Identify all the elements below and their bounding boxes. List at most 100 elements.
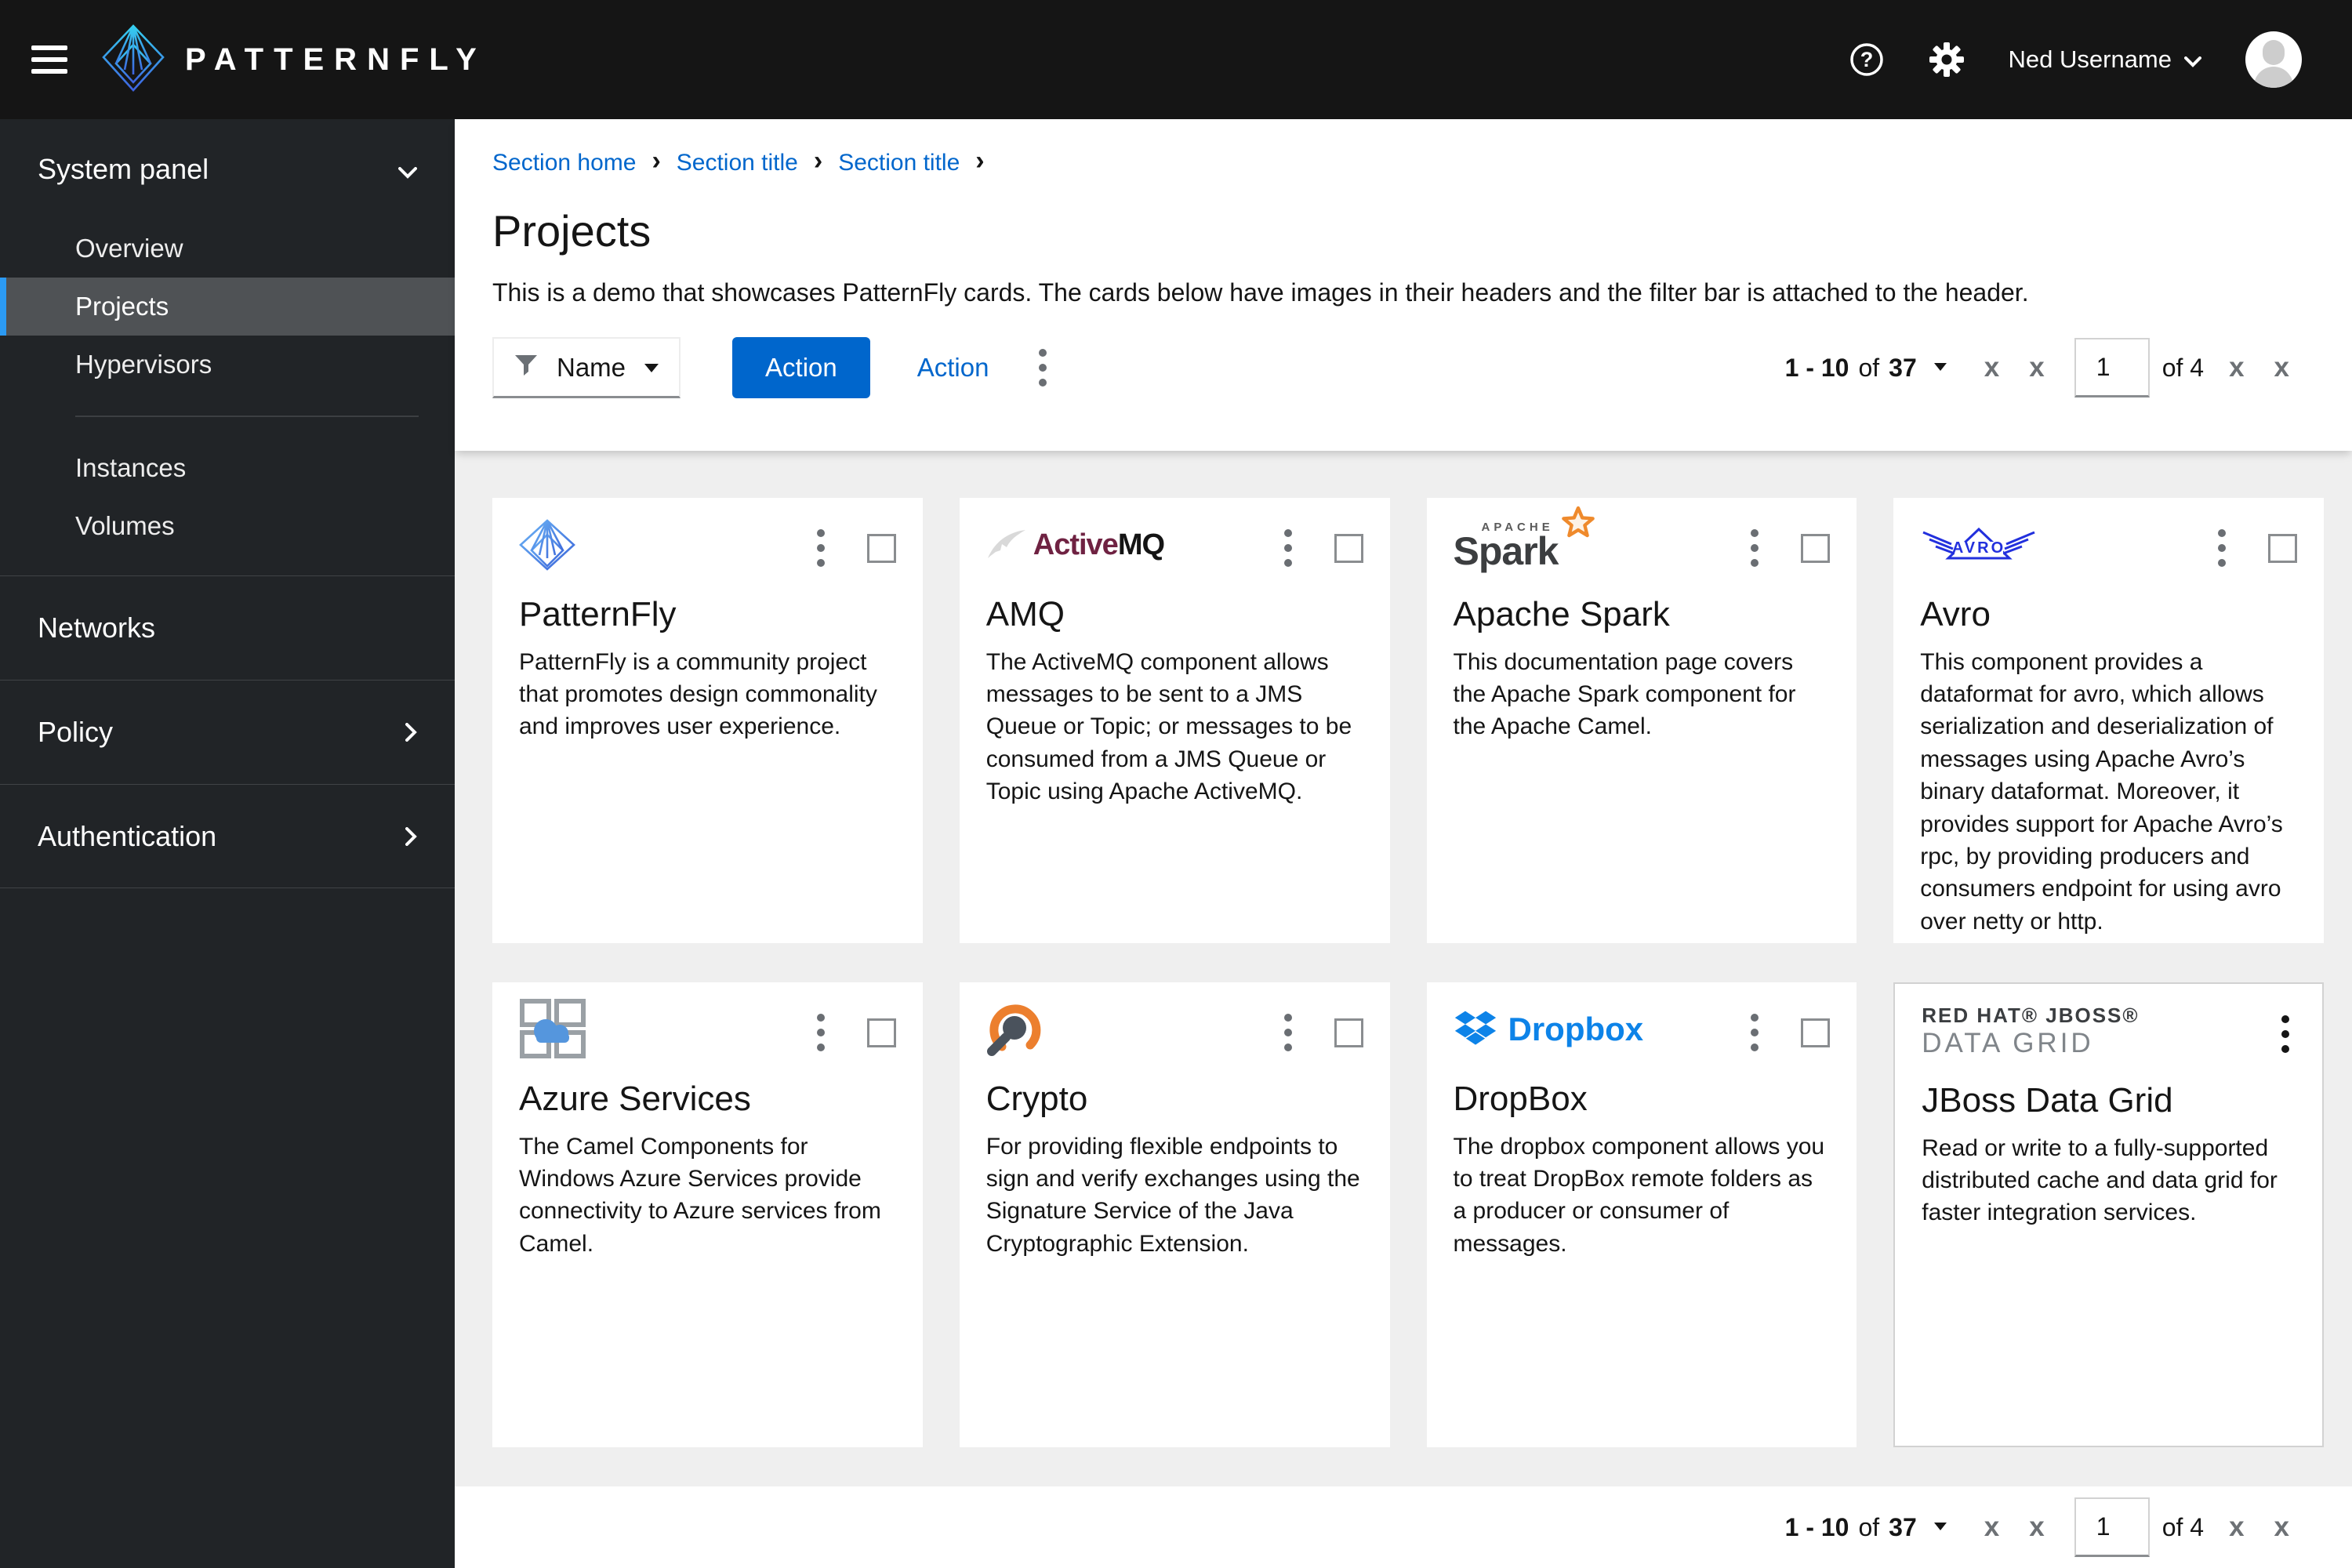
sidebar-nav: System panel Overview Projects Hyperviso… (0, 119, 455, 1568)
last-page-button[interactable]: x (2267, 349, 2297, 387)
card-description: PatternFly is a community project that p… (519, 648, 877, 740)
project-card-dropbox: Dropbox DropBox The dropbox component al… (1426, 982, 1857, 1447)
avatar[interactable] (2245, 31, 2302, 88)
next-page-button[interactable]: x (2221, 1508, 2252, 1546)
card-kebab-menu[interactable] (2212, 523, 2232, 573)
caret-down-icon (1933, 362, 1947, 377)
sidebar-item-hypervisors[interactable]: Hypervisors (0, 336, 455, 394)
chevron-right-icon (405, 820, 417, 853)
breadcrumb-link[interactable]: Section title (677, 150, 798, 176)
per-page-menu-toggle[interactable] (1933, 1516, 1947, 1539)
card-description: The Camel Components for Windows Azure S… (519, 1133, 881, 1257)
next-page-button[interactable]: x (2221, 349, 2252, 387)
first-page-button[interactable]: x (1976, 1508, 2007, 1546)
card-checkbox[interactable] (1801, 533, 1831, 563)
pagination-bottom: 1 - 10 of 37 x x of 4 x x (1785, 1497, 2297, 1557)
sidebar-group-policy[interactable]: Policy (0, 680, 455, 784)
card-kebab-menu[interactable] (1278, 1007, 1298, 1058)
current-page-input[interactable] (2074, 338, 2150, 397)
sidebar-item-volumes[interactable]: Volumes (0, 497, 455, 555)
help-icon[interactable]: ? (1849, 42, 1885, 78)
card-kebab-menu[interactable] (1744, 523, 1765, 573)
project-card-azure-services: Azure Services The Camel Components for … (492, 982, 923, 1447)
chevron-down-icon (2184, 45, 2201, 74)
masthead: PATTERNFLY ? Ned Username (0, 0, 2352, 119)
brand-name: PATTERNFLY (185, 42, 487, 77)
caret-down-icon (644, 363, 659, 379)
page-title: Projects (492, 206, 652, 256)
card-description: Read or write to a fully-supported distr… (1922, 1134, 2278, 1226)
pagination-top: 1 - 10 of 37 x x of 4 x x (1785, 338, 2297, 397)
sidebar-item-overview[interactable]: Overview (0, 220, 455, 278)
azure-services-logo-icon (519, 998, 586, 1061)
last-page-button[interactable]: x (2267, 1508, 2297, 1546)
link-action-button[interactable]: Action (917, 353, 989, 383)
chevron-right-icon (405, 716, 417, 749)
apache-spark-logo-icon: APACHE Spark (1454, 506, 1595, 576)
card-kebab-menu[interactable] (811, 1007, 831, 1058)
caret-down-icon (1933, 1522, 1947, 1537)
page-description: This is a demo that showcases PatternFly… (492, 278, 2029, 307)
patternfly-logo-icon (102, 24, 165, 96)
sidebar-divider (75, 416, 419, 417)
patternfly-card-logo-icon (519, 514, 575, 576)
brand: PATTERNFLY (102, 24, 487, 96)
project-card-crypto: Crypto For providing flexible endpoints … (959, 982, 1390, 1447)
page-count-label: of 4 (2161, 353, 2205, 382)
pagination-range: 1 - 10 of 37 (1784, 353, 1917, 382)
avro-logo-icon: AVRO (1920, 514, 2038, 576)
card-title: Avro (1920, 595, 1991, 633)
toolbar-kebab-menu[interactable] (1033, 343, 1053, 393)
card-checkbox[interactable] (1334, 1018, 1363, 1047)
sidebar-item-instances[interactable]: Instances (0, 439, 455, 497)
sidebar-group-networks[interactable]: Networks (0, 575, 455, 680)
card-kebab-menu[interactable] (1744, 1007, 1765, 1058)
previous-page-button[interactable]: x (2021, 349, 2052, 387)
project-card-avro: AVRO Avro This component provides a data… (1893, 498, 2324, 943)
card-checkbox[interactable] (1801, 1018, 1831, 1047)
breadcrumb-link[interactable]: Section title (838, 150, 960, 176)
username: Ned Username (2008, 45, 2172, 73)
card-description: This component provides a dataformat for… (1920, 648, 2283, 935)
breadcrumb-separator-icon: › (975, 146, 985, 176)
primary-action-button[interactable]: Action (732, 337, 870, 398)
svg-text:?: ? (1860, 48, 1873, 71)
per-page-menu-toggle[interactable] (1933, 357, 1947, 379)
nav-toggle-hamburger-icon[interactable] (31, 45, 67, 74)
card-description: For providing flexible endpoints to sign… (985, 1133, 1360, 1257)
user-menu-toggle[interactable]: Ned Username (2009, 45, 2201, 74)
page-count-label: of 4 (2161, 1512, 2205, 1541)
settings-gear-icon[interactable] (1929, 42, 1965, 78)
projects-card-grid: PatternFly PatternFly is a community pro… (455, 451, 2352, 1486)
breadcrumb: Section home › Section title › Section t… (492, 147, 2297, 179)
toolbar: Name Action Action 1 - 10 of 37 x x 1 of… (492, 337, 2297, 398)
page-header: Section home › Section title › Section t… (455, 119, 2352, 451)
card-kebab-menu[interactable] (1278, 523, 1298, 573)
card-description: This documentation page covers the Apach… (1453, 648, 1796, 740)
filter-dropdown-label: Name (557, 352, 626, 382)
card-checkbox[interactable] (1334, 533, 1363, 563)
card-title: AMQ (985, 595, 1065, 633)
breadcrumb-link[interactable]: Section home (492, 150, 636, 176)
card-checkbox[interactable] (2268, 533, 2297, 563)
pagination-range: 1 - 10 of 37 (1784, 1512, 1917, 1541)
filter-dropdown[interactable]: Name (492, 337, 681, 398)
card-kebab-menu[interactable] (2275, 1009, 2296, 1059)
crypto-logo-icon (986, 998, 1044, 1061)
card-title: Crypto (985, 1080, 1088, 1118)
previous-page-button[interactable]: x (2021, 1508, 2052, 1546)
card-checkbox[interactable] (866, 1018, 896, 1047)
filter-icon (514, 353, 538, 383)
card-checkbox[interactable] (866, 533, 896, 563)
card-kebab-menu[interactable] (811, 523, 831, 573)
card-title: Apache Spark (1453, 595, 1670, 633)
sidebar-group-system-panel[interactable]: System panel (0, 119, 455, 220)
sidebar-group-authentication[interactable]: Authentication (0, 784, 455, 888)
svg-text:AVRO: AVRO (1952, 539, 2005, 557)
bottom-pagination-bar: 1 - 10 of 37 x x of 4 x x (455, 1486, 2352, 1568)
sidebar-item-projects[interactable]: Projects (0, 278, 455, 336)
project-card-apache-spark: APACHE Spark Apache Spark This documenta… (1426, 498, 1857, 943)
current-page-input[interactable] (2074, 1497, 2150, 1557)
card-title: JBoss Data Grid (1922, 1081, 2173, 1120)
first-page-button[interactable]: x (1976, 349, 2007, 387)
